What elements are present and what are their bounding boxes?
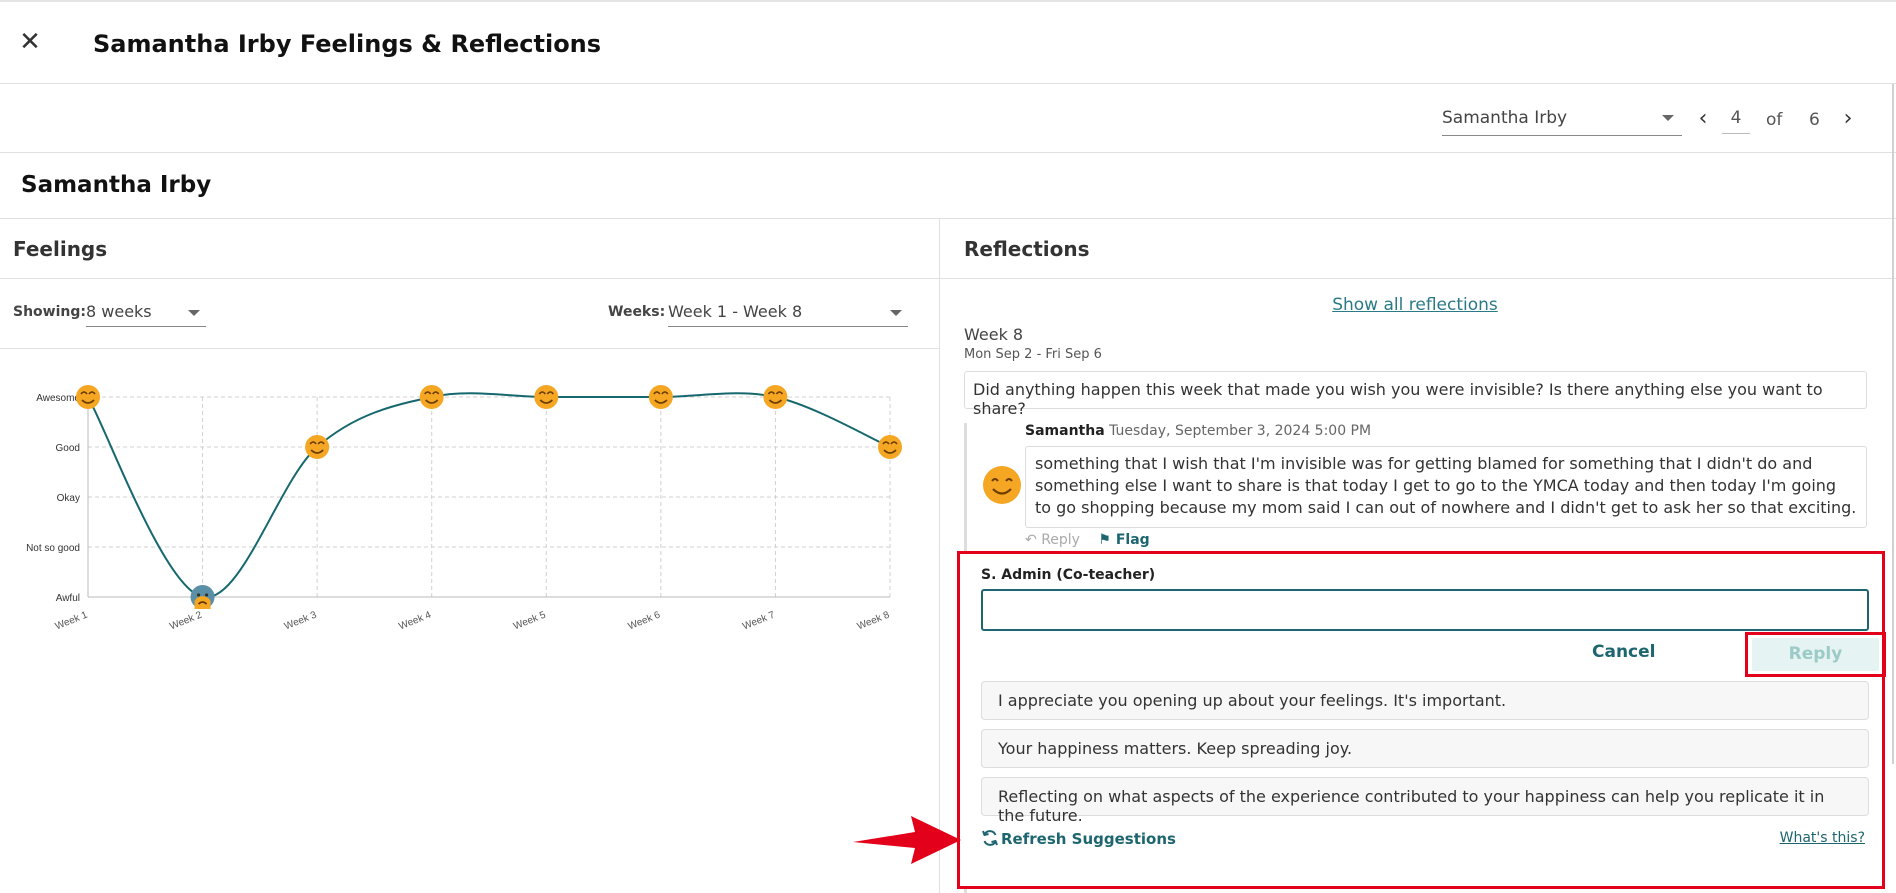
y-tick-label: Not so good xyxy=(26,543,80,554)
reflection-timestamp: Tuesday, September 3, 2024 5:00 PM xyxy=(1109,423,1372,439)
x-tick-label: Week 6 xyxy=(627,609,663,632)
x-tick-label: Week 7 xyxy=(741,609,777,632)
week-label: Week 8 xyxy=(964,325,1024,344)
reply-author: S. Admin (Co-teacher) xyxy=(981,567,1156,583)
series-line xyxy=(87,392,891,599)
student-name-bar: Samantha Irby xyxy=(0,153,1896,219)
scrollbar[interactable] xyxy=(1892,84,1894,764)
total-pages: 6 xyxy=(1809,110,1820,130)
y-tick-label: Awesome xyxy=(36,393,80,404)
reflection-actions: ↶ Reply ⚑ Flag xyxy=(1025,532,1150,548)
reply-button[interactable]: Reply xyxy=(1752,638,1879,671)
page-title: Samantha Irby Feelings & Reflections xyxy=(93,30,602,58)
dialog-header: ✕ Samantha Irby Feelings & Reflections xyxy=(0,0,1896,84)
week-date-range: Mon Sep 2 - Fri Sep 6 xyxy=(964,347,1102,362)
reply-button-highlight: Reply xyxy=(1745,632,1886,677)
annotation-arrow-icon xyxy=(853,816,961,864)
y-tick-label: Okay xyxy=(57,493,80,504)
happy-face-icon xyxy=(76,385,100,409)
happy-face-icon xyxy=(878,435,902,459)
feelings-filters: Showing: 8 weeks Weeks: Week 1 - Week 8 xyxy=(0,279,940,349)
happy-face-icon xyxy=(534,385,559,409)
flag-link[interactable]: ⚑ Flag xyxy=(1098,532,1149,548)
weeks-label: Weeks: xyxy=(608,304,666,320)
feelings-heading: Feelings xyxy=(0,219,939,279)
caret-down-icon xyxy=(890,310,902,316)
x-tick-label: Week 2 xyxy=(168,609,204,632)
page-number-input[interactable]: 4 xyxy=(1722,108,1750,134)
reflections-panel: Reflections Show all reflections Week 8 … xyxy=(940,219,1896,893)
reflection-author-line: Samantha Tuesday, September 3, 2024 5:00… xyxy=(1025,423,1371,439)
refresh-icon xyxy=(982,830,998,846)
happy-face-icon xyxy=(648,385,673,409)
whats-this-link[interactable]: What's this? xyxy=(1780,830,1865,846)
close-icon[interactable]: ✕ xyxy=(16,28,44,56)
previous-student-button[interactable]: ‹ xyxy=(1693,106,1713,134)
suggestion-item[interactable]: Reflecting on what aspects of the experi… xyxy=(981,777,1869,825)
reply-form: S. Admin (Co-teacher) Cancel Reply I app… xyxy=(957,551,1886,889)
feelings-chart: Awful Not so good Okay Good Awesome Week 1 Wee… xyxy=(0,349,940,893)
student-select-value: Samantha Irby xyxy=(1442,108,1568,128)
x-tick-label: Week 1 xyxy=(54,609,90,632)
reflection-reply-link[interactable]: ↶ Reply xyxy=(1025,532,1080,548)
reflections-heading: Reflections xyxy=(940,219,1896,279)
reflection-author: Samantha xyxy=(1025,423,1105,439)
student-select[interactable]: Samantha Irby xyxy=(1442,106,1682,136)
y-tick-label: Awful xyxy=(56,593,80,604)
x-tick-label: Week 4 xyxy=(397,609,433,632)
reflection-prompt: Did anything happen this week that made … xyxy=(964,371,1867,418)
x-tick-label: Week 3 xyxy=(283,609,319,632)
feelings-panel: Feelings Showing: 8 weeks Weeks: Week 1 … xyxy=(0,219,940,893)
x-tick-label: Week 8 xyxy=(856,609,892,632)
show-all-reflections-link[interactable]: Show all reflections xyxy=(940,295,1890,315)
caret-down-icon xyxy=(188,310,200,316)
showing-value: 8 weeks xyxy=(86,302,152,321)
x-tick-label: Week 5 xyxy=(512,609,548,632)
student-name-heading: Samantha Irby xyxy=(21,172,212,198)
showing-select[interactable]: 8 weeks xyxy=(86,297,206,327)
suggestion-item[interactable]: I appreciate you opening up about your f… xyxy=(981,681,1869,720)
of-label: of xyxy=(1766,110,1783,130)
happy-face-icon xyxy=(982,465,1022,505)
refresh-suggestions-label: Refresh Suggestions xyxy=(1001,830,1176,848)
student-pager: Samantha Irby ‹ 4 of 6 › xyxy=(0,84,1896,153)
flag-label: Flag xyxy=(1115,532,1150,548)
happy-face-icon xyxy=(419,385,444,409)
reflection-reply-label: Reply xyxy=(1041,532,1080,548)
flag-icon: ⚑ xyxy=(1098,532,1111,548)
refresh-suggestions-button[interactable]: Refresh Suggestions xyxy=(981,829,1176,848)
suggestion-item[interactable]: Your happiness matters. Keep spreading j… xyxy=(981,729,1869,768)
happy-face-icon xyxy=(763,385,788,409)
reply-input[interactable] xyxy=(981,589,1869,631)
happy-face-icon xyxy=(305,435,330,459)
y-tick-label: Good xyxy=(56,443,80,454)
caret-down-icon xyxy=(1662,115,1674,121)
feelings-chart-svg: Awful Not so good Okay Good Awesome Week 1 Wee… xyxy=(26,385,902,632)
cancel-button[interactable]: Cancel xyxy=(1592,642,1655,662)
reflection-message: something that I wish that I'm invisible… xyxy=(1025,446,1867,528)
showing-label: Showing: xyxy=(13,304,86,320)
weeks-value: Week 1 - Week 8 xyxy=(668,302,803,321)
sad-face-icon xyxy=(190,585,215,609)
weeks-select[interactable]: Week 1 - Week 8 xyxy=(668,297,908,327)
next-student-button[interactable]: › xyxy=(1838,106,1858,134)
